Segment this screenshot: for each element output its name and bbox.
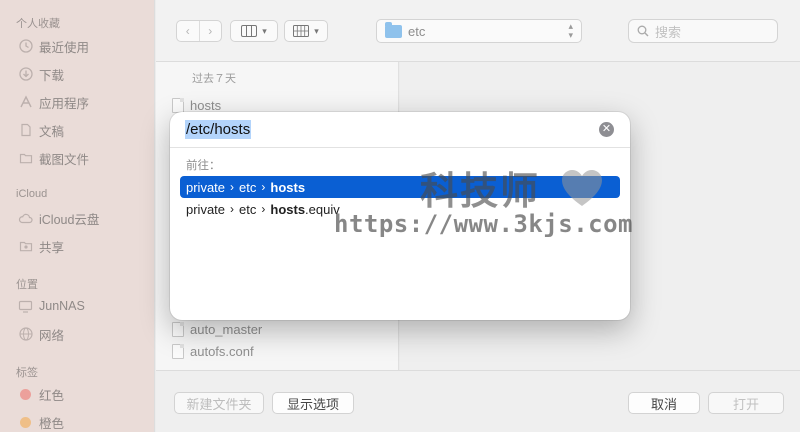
server-icon [18, 299, 33, 314]
file-name: hosts [190, 98, 222, 113]
network-icon [18, 327, 33, 342]
columns-view-icon [241, 25, 258, 37]
file-name: autofs.conf [190, 344, 254, 359]
crumb: etc [239, 179, 257, 195]
sidebar-item-label: iCloud云盘 [39, 212, 100, 227]
sidebar-section-icloud: iCloud [16, 188, 48, 200]
sidebar-item-icloud-drive[interactable]: iCloud云盘 [18, 208, 99, 228]
folder-icon [18, 151, 33, 166]
sidebar-item-recents[interactable]: 最近使用 [18, 36, 89, 56]
crumb: etc [239, 201, 257, 217]
chevron-right-icon: › [230, 202, 235, 216]
clock-icon [18, 39, 33, 54]
group-button[interactable]: ▾ [284, 20, 328, 42]
chevron-down-icon: ▾ [262, 25, 267, 36]
dialog-footer: 新建文件夹 显示选项 取消 打开 [156, 370, 800, 432]
sidebar-item-label: 最近使用 [39, 40, 90, 55]
file-item-hosts[interactable]: hosts [172, 98, 221, 113]
cancel-button[interactable]: 取消 [628, 392, 700, 414]
path-input-text[interactable]: /etc/hosts [185, 120, 252, 139]
sidebar-item-documents[interactable]: 文稿 [18, 120, 64, 140]
document-icon [18, 123, 33, 138]
toolbar: ‹ › ▾ ▾ etc ▴ ▾ 搜索 [156, 0, 800, 62]
orange-tag-icon [20, 416, 31, 428]
watermark-title: 科技师 [420, 169, 541, 213]
back-chevron-icon[interactable]: ‹ [177, 24, 199, 38]
match-text: hosts [270, 179, 306, 195]
sidebar-item-shared[interactable]: 共享 [18, 236, 64, 256]
file-icon [172, 98, 184, 113]
chevron-right-icon: › [261, 202, 266, 216]
sidebar-item-applications[interactable]: 应用程序 [18, 92, 89, 112]
cloud-icon [18, 211, 33, 226]
open-button[interactable]: 打开 [708, 392, 784, 414]
sidebar-item-label: 网络 [39, 328, 65, 343]
sidebar: 个人收藏 最近使用 下载 应用程序 文稿 截图文件 iCloud iCloud云… [0, 0, 155, 432]
file-item-autofs-conf[interactable]: autofs.conf [172, 344, 254, 359]
sidebar-section-tags: 标签 [16, 367, 38, 379]
forward-chevron-icon[interactable]: › [199, 24, 221, 38]
shared-folder-icon [18, 239, 33, 254]
match-text: hosts [270, 201, 306, 217]
sidebar-item-label: 文稿 [39, 124, 65, 139]
sidebar-section-favorites: 个人收藏 [16, 18, 60, 30]
sidebar-item-downloads[interactable]: 下载 [18, 64, 64, 84]
file-icon [172, 344, 184, 359]
back-forward-buttons[interactable]: ‹ › [176, 20, 222, 42]
sidebar-item-tag-red[interactable]: 红色 [18, 384, 64, 404]
sidebar-item-label: 下载 [39, 68, 65, 83]
crumb: private [186, 201, 226, 217]
sidebar-item-label: 红色 [39, 388, 65, 403]
chevron-down-icon: ▾ [314, 25, 319, 36]
crumb: private [186, 179, 226, 195]
red-tag-icon [20, 388, 31, 400]
search-icon [637, 25, 649, 37]
updown-chevron-icon: ▴ ▾ [568, 21, 573, 40]
sidebar-item-tag-orange[interactable]: 橙色 [18, 412, 64, 432]
sidebar-item-network[interactable]: 网络 [18, 324, 64, 344]
path-popup-label: etc [408, 23, 426, 39]
grid-icon [293, 25, 310, 37]
download-icon [18, 67, 33, 82]
sidebar-item-screenshots[interactable]: 截图文件 [18, 148, 89, 168]
file-icon [172, 322, 184, 337]
watermark-url: https://www.3kjs.com [334, 210, 633, 238]
sidebar-item-label: 截图文件 [39, 152, 90, 167]
file-list-group-header: 过去７天 [192, 73, 236, 85]
chevron-right-icon: › [261, 180, 266, 194]
clear-icon[interactable]: ✕ [599, 122, 614, 137]
folder-icon [385, 21, 402, 38]
view-mode-button[interactable]: ▾ [230, 20, 278, 42]
sidebar-item-label: 橙色 [39, 416, 65, 431]
sidebar-item-label: 共享 [39, 240, 65, 255]
file-name: auto_master [190, 322, 263, 337]
go-to-label: 前往： [186, 160, 221, 172]
path-field[interactable]: /etc/hosts ✕ [170, 112, 630, 148]
new-folder-button[interactable]: 新建文件夹 [174, 392, 264, 414]
file-item-auto-master[interactable]: auto_master [172, 322, 262, 337]
search-placeholder: 搜索 [655, 24, 682, 40]
heart-icon [562, 170, 602, 206]
search-input[interactable]: 搜索 [628, 19, 778, 43]
sidebar-item-junnas[interactable]: JunNAS [18, 296, 85, 316]
sidebar-section-locations: 位置 [16, 279, 38, 291]
sidebar-item-label: 应用程序 [39, 96, 90, 111]
path-popup[interactable]: etc ▴ ▾ [376, 19, 582, 43]
sidebar-item-label: JunNAS [39, 299, 85, 313]
chevron-right-icon: › [230, 180, 235, 194]
show-options-button[interactable]: 显示选项 [272, 392, 354, 414]
apps-icon [18, 95, 33, 110]
